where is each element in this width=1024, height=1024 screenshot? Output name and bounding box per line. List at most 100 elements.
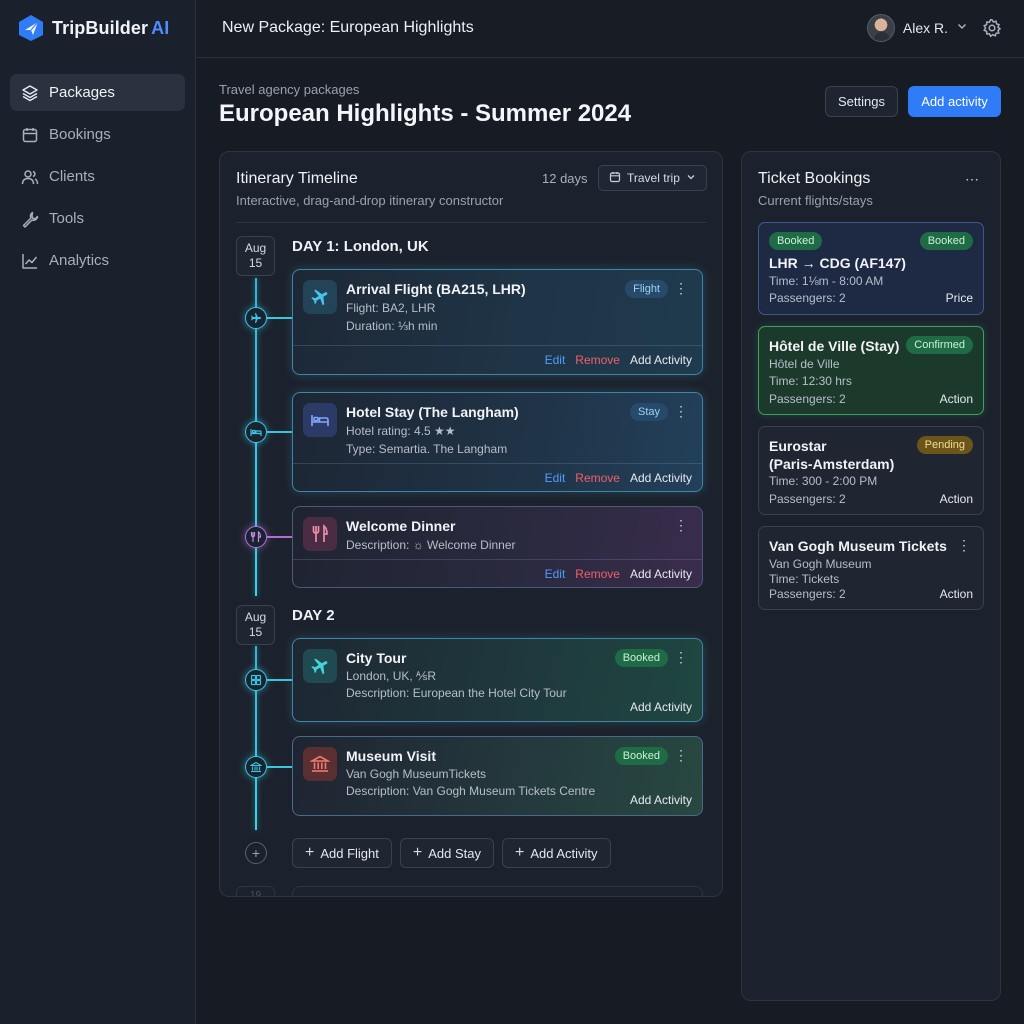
ticket-card[interactable]: Booked Booked LHR → CDG (AF147) Time: 1⅛… — [758, 222, 984, 315]
card-detail: Description: ☼ Welcome Dinner — [346, 538, 516, 552]
brand-name: TripBuilder AI — [52, 17, 170, 38]
edit-button[interactable]: Edit — [545, 567, 566, 581]
card-title: City Tour — [346, 650, 407, 666]
remove-button[interactable]: Remove — [575, 353, 620, 367]
logo-icon — [18, 14, 44, 42]
sidebar-item-label: Packages — [49, 84, 115, 101]
sidebar-item-packages[interactable]: Packages — [10, 74, 185, 111]
activity-card-arrival-flight[interactable]: Arrival Flight (BA215, LHR) Flight: BA2,… — [292, 269, 703, 375]
activity-card-hotel-stay[interactable]: Hotel Stay (The Langham) Hotel rating: 4… — [292, 392, 703, 492]
ticket-detail: Hôtel de Ville — [769, 357, 840, 371]
itinerary-panel: Itinerary Timeline Interactive, drag-and… — [219, 151, 723, 897]
add-buttons: + Add Flight + Add Stay + Add Activity — [292, 838, 611, 868]
ticket-title: Eurostar (Paris-Amsterdam) — [769, 438, 895, 472]
remove-button[interactable]: Remove — [575, 471, 620, 485]
type-badge: Stay — [629, 403, 668, 421]
activity-card-museum-visit[interactable]: Museum Visit Van Gogh MuseumTickets Desc… — [292, 736, 703, 816]
add-activity-link[interactable]: Add Activity — [630, 353, 692, 367]
timeline-connector — [267, 679, 292, 681]
add-stay-button[interactable]: + Add Stay — [399, 838, 494, 868]
ticket-detail: Passengers: 2 — [769, 291, 846, 305]
more-options-icon[interactable]: ⋮ — [674, 747, 688, 764]
more-options-icon[interactable]: ⋯ — [965, 171, 979, 188]
action-link[interactable]: Action — [940, 587, 973, 601]
action-link[interactable]: Action — [940, 492, 973, 506]
itinerary-description: Interactive, drag-and-drop itinerary con… — [236, 193, 504, 208]
ticket-card[interactable]: Eurostar (Paris-Amsterdam) Pending Time:… — [758, 426, 984, 515]
more-options-icon[interactable]: ⋮ — [674, 280, 688, 297]
user-menu[interactable]: Alex R. — [866, 14, 968, 42]
plus-icon: + — [515, 844, 525, 861]
add-node-icon[interactable]: + — [245, 842, 267, 864]
ticket-detail: Time: 12:30 hrs — [769, 374, 852, 388]
card-detail: Flight: BA2, LHR — [346, 301, 436, 315]
date-day: 15 — [248, 625, 263, 639]
more-options-icon[interactable]: ⋮ — [957, 537, 971, 554]
sidebar-item-tools[interactable]: Tools — [10, 200, 185, 237]
itinerary-title: Itinerary Timeline — [236, 170, 358, 187]
status-badge: Booked — [919, 232, 973, 250]
activity-card-city-tour[interactable]: City Tour London, UK, ⅍R Description: Eu… — [292, 638, 703, 722]
wrench-icon — [21, 210, 39, 228]
chevron-down-icon — [956, 19, 968, 37]
calendar-icon — [21, 126, 39, 144]
action-link[interactable]: Action — [940, 392, 973, 406]
ticket-card[interactable]: Hôtel de Ville (Stay) Confirmed Hôtel de… — [758, 326, 984, 415]
page-subtitle: Travel agency packages — [219, 82, 360, 97]
add-activity-link[interactable]: Add Activity — [630, 700, 692, 714]
timeline-node — [245, 669, 267, 691]
date-chip-day2: Aug 15 — [236, 605, 275, 645]
timeline-connector — [267, 766, 292, 768]
sidebar-item-label: Bookings — [49, 126, 111, 143]
more-options-icon[interactable]: ⋮ — [674, 649, 688, 666]
card-actions: Edit Remove Add Activity — [545, 471, 692, 485]
header-title: New Package: European Highlights — [222, 19, 474, 36]
edit-button[interactable]: Edit — [545, 471, 566, 485]
ticket-card[interactable]: Van Gogh Museum Tickets ⋮ Van Gogh Museu… — [758, 526, 984, 610]
remove-button[interactable]: Remove — [575, 567, 620, 581]
sidebar-item-bookings[interactable]: Bookings — [10, 116, 185, 153]
add-activity-link[interactable]: Add Activity — [630, 471, 692, 485]
activity-card-welcome-dinner[interactable]: Welcome Dinner Description: ☼ Welcome Di… — [292, 506, 703, 588]
sidebar-item-analytics[interactable]: Analytics — [10, 242, 185, 279]
sidebar-item-label: Tools — [49, 210, 85, 227]
add-activity-link[interactable]: Add Activity — [630, 793, 692, 807]
price-link[interactable]: Price — [946, 291, 973, 305]
type-badge: Flight — [625, 280, 668, 298]
days-count: 12 days — [542, 171, 588, 186]
museum-icon — [250, 761, 262, 773]
card-title: Museum Visit — [346, 748, 436, 764]
trip-type-select[interactable]: Travel trip — [598, 165, 707, 191]
add-flight-button[interactable]: + Add Flight — [292, 838, 392, 868]
gear-icon[interactable] — [982, 18, 1002, 43]
ticket-detail: Passengers: 2 — [769, 492, 846, 506]
settings-button[interactable]: Settings — [825, 86, 898, 117]
card-divider — [293, 463, 702, 464]
tickets-title: Ticket Bookings — [758, 170, 871, 187]
card-detail: Hotel rating: 4.5 ★★ — [346, 424, 456, 438]
add-activity-bottom-button[interactable]: + Add Activity — [502, 838, 611, 868]
plane-icon — [303, 280, 337, 314]
plane-icon — [303, 649, 337, 683]
more-options-icon[interactable]: ⋮ — [674, 403, 688, 420]
brand[interactable]: TripBuilder AI — [18, 14, 169, 42]
sidebar-item-clients[interactable]: Clients — [10, 158, 185, 195]
plus-icon: + — [305, 844, 315, 861]
card-divider — [293, 345, 702, 346]
card-detail: Type: Semartia. The Langham — [346, 442, 508, 456]
day-title: DAY 1: London, UK — [292, 238, 429, 255]
user-name: Alex R. — [902, 20, 948, 36]
card-title: Arrival Flight (BA215, LHR) — [346, 281, 526, 297]
more-options-icon[interactable]: ⋮ — [674, 517, 688, 534]
status-badge: Booked — [614, 747, 668, 765]
ticket-detail: Time: 1⅛m - 8:00 AM — [769, 274, 884, 288]
timeline-node — [245, 756, 267, 778]
sidebar-item-label: Clients — [49, 168, 95, 185]
sidebar-nav: Packages Bookings Clients Tools Analytic… — [10, 74, 185, 284]
edit-button[interactable]: Edit — [545, 353, 566, 367]
card-actions: Edit Remove Add Activity — [545, 353, 692, 367]
calendar-icon — [609, 171, 621, 186]
add-activity-button[interactable]: Add activity — [908, 86, 1001, 117]
divider — [236, 222, 707, 223]
add-activity-link[interactable]: Add Activity — [630, 567, 692, 581]
